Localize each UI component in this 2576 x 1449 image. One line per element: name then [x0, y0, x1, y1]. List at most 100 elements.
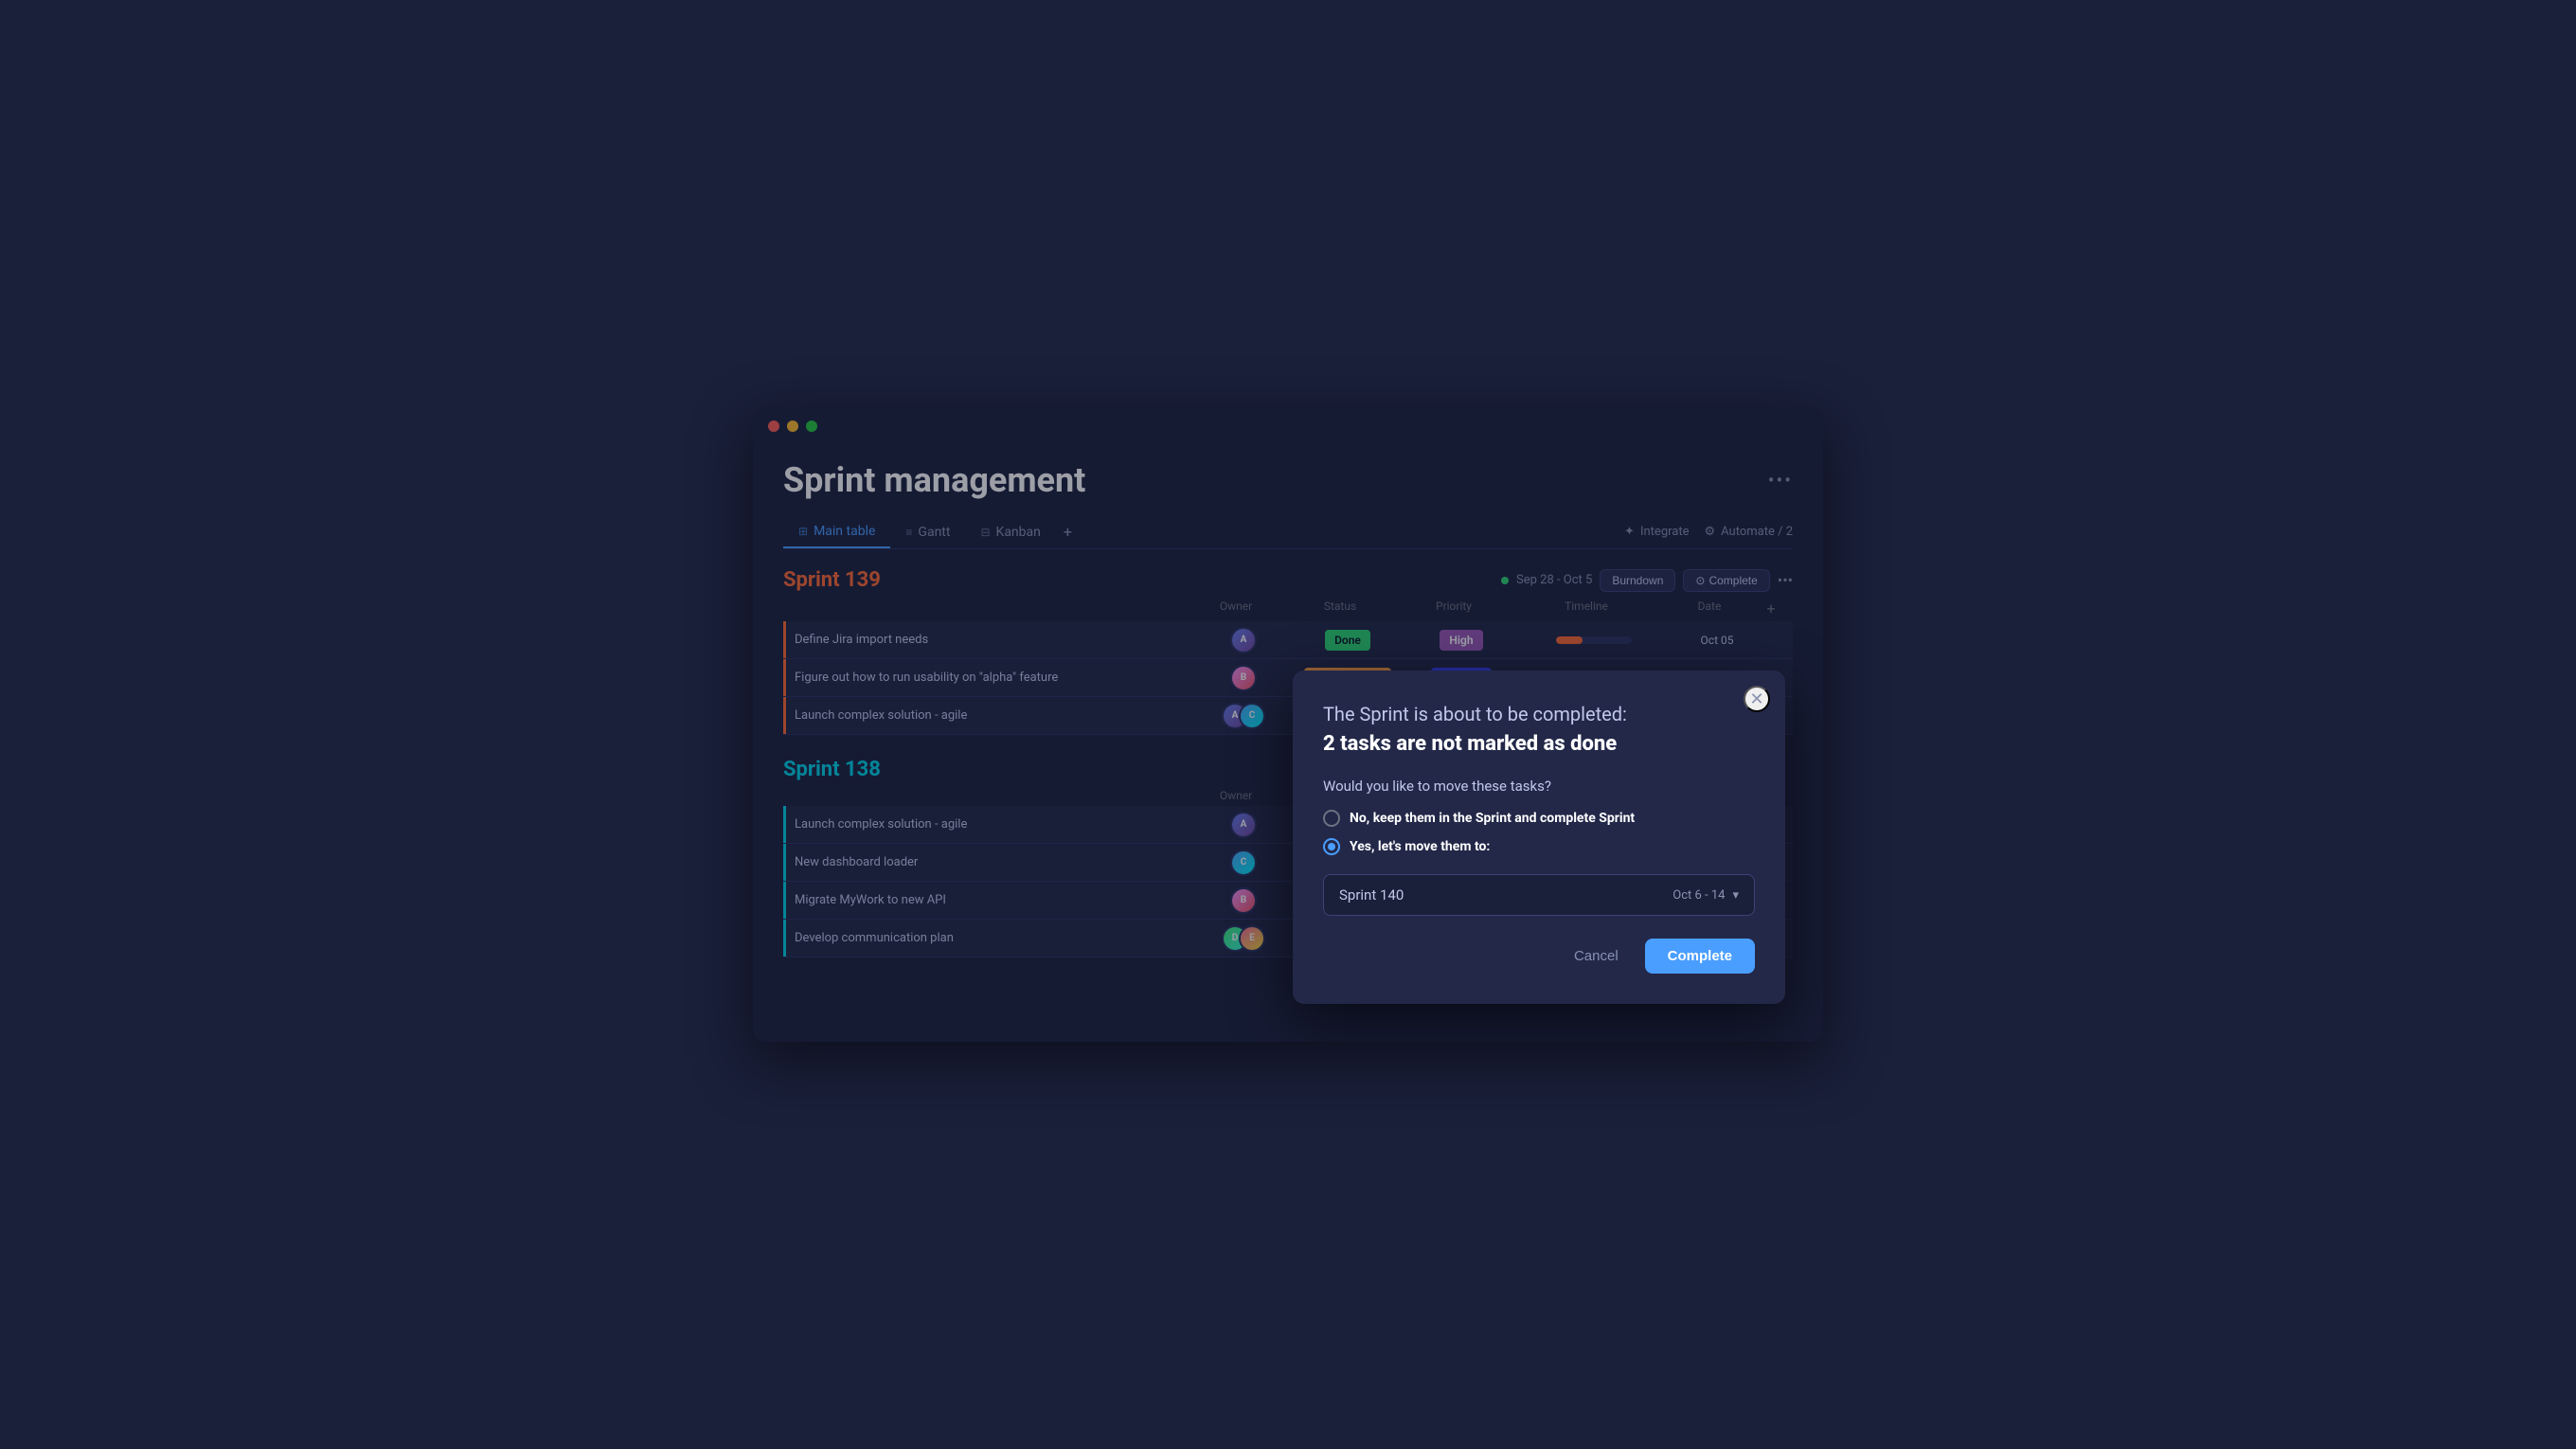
avatar-image: E [1241, 927, 1263, 950]
complete-button[interactable]: Complete [1645, 939, 1755, 974]
tab-gantt-label: Gantt [918, 525, 950, 540]
col-task [791, 789, 1189, 802]
minimize-traffic-light[interactable] [787, 420, 798, 432]
task-name: Figure out how to run usability on "alph… [783, 671, 1196, 685]
radio-option-keep[interactable]: No, keep them in the Sprint and complete… [1323, 810, 1755, 827]
status-badge[interactable]: Done [1325, 630, 1370, 651]
col-priority: Priority [1397, 599, 1511, 617]
complete-sprint-modal: ✕ The Sprint is about to be completed: 2… [1293, 671, 1785, 1004]
tab-kanban[interactable]: ⊟ Kanban [965, 517, 1055, 547]
avatar: C [1230, 850, 1257, 876]
kanban-icon: ⊟ [980, 526, 990, 539]
col-date: Date [1662, 599, 1757, 617]
owner-cell: A C [1196, 703, 1291, 729]
sprint-139-table-header: Owner Status Priority Timeline Date + [783, 599, 1793, 617]
close-traffic-light[interactable] [768, 420, 779, 432]
col-task [791, 599, 1189, 617]
tab-kanban-label: Kanban [996, 525, 1041, 540]
owner-cell: D E [1196, 925, 1291, 952]
sprint-dropdown-name: Sprint 140 [1339, 886, 1404, 903]
avatar-image: B [1232, 667, 1255, 689]
date-cell: Oct 05 [1670, 634, 1764, 647]
owner-cell: A [1196, 812, 1291, 838]
sprint-139-date: Sep 28 - Oct 5 [1516, 573, 1592, 587]
sprint-138-title: Sprint 138 [783, 758, 881, 781]
avatar: B [1230, 665, 1257, 691]
priority-badge[interactable]: High [1440, 630, 1482, 651]
sprint-status-dot [1501, 577, 1509, 584]
sprint-139-header: Sprint 139 Sep 28 - Oct 5 Burndown ⊙ Com… [783, 568, 1793, 592]
avatar: E [1239, 925, 1265, 952]
radio-circle-keep [1323, 810, 1340, 827]
avatar: A [1230, 812, 1257, 838]
task-name: New dashboard loader [783, 855, 1196, 869]
col-timeline: Timeline [1511, 599, 1662, 617]
complete-sprint-139-button[interactable]: ⊙ Complete [1683, 569, 1769, 592]
status-cell[interactable]: Done [1291, 630, 1404, 651]
sprint-139-more-button[interactable]: ••• [1778, 571, 1793, 589]
maximize-traffic-light[interactable] [806, 420, 817, 432]
radio-group: No, keep them in the Sprint and complete… [1323, 810, 1755, 855]
tab-main-table-label: Main table [814, 524, 875, 539]
cancel-button[interactable]: Cancel [1559, 939, 1634, 974]
add-column-button[interactable]: + [1757, 599, 1785, 617]
col-owner: Owner [1189, 789, 1283, 802]
sprint-dropdown-date-text: Oct 6 - 14 [1673, 888, 1725, 903]
complete-sprint-139-label: Complete [1708, 574, 1757, 587]
titlebar [753, 407, 1823, 445]
radio-circle-move [1323, 838, 1340, 855]
integrate-label: Integrate [1640, 525, 1690, 539]
double-avatar: D E [1222, 925, 1265, 952]
chevron-down-icon: ▾ [1732, 888, 1739, 903]
owner-cell: C [1196, 850, 1291, 876]
task-name: Migrate MyWork to new API [783, 893, 1196, 907]
add-tab-button[interactable]: + [1056, 515, 1080, 548]
modal-close-button[interactable]: ✕ [1744, 686, 1770, 712]
avatar: B [1230, 887, 1257, 914]
tab-gantt[interactable]: ≡ Gantt [890, 517, 965, 547]
burndown-button[interactable]: Burndown [1600, 569, 1675, 592]
task-name: Define Jira import needs [783, 633, 1196, 647]
avatar-image: C [1232, 851, 1255, 874]
col-owner: Owner [1189, 599, 1283, 617]
table-row: Define Jira import needs A Done High [783, 621, 1793, 659]
owner-cell: B [1196, 887, 1291, 914]
owner-cell: A [1196, 627, 1291, 653]
automate-icon: ⚙ [1704, 525, 1715, 539]
tab-bar: ⊞ Main table ≡ Gantt ⊟ Kanban + ✦ Integr… [783, 515, 1793, 549]
page-header: Sprint management ••• [783, 460, 1793, 500]
automate-button[interactable]: ⚙ Automate / 2 [1704, 525, 1793, 539]
avatar-image: C [1241, 705, 1263, 727]
gantt-icon: ≡ [905, 526, 912, 539]
sprint-destination-dropdown[interactable]: Sprint 140 Oct 6 - 14 ▾ [1323, 874, 1755, 916]
complete-icon: ⊙ [1695, 574, 1705, 587]
priority-cell[interactable]: High [1404, 630, 1518, 651]
page-title: Sprint management [783, 460, 1085, 500]
radio-label-move: Yes, let's move them to: [1350, 839, 1490, 854]
modal-footer: Cancel Complete [1323, 939, 1755, 974]
sprint-139-title: Sprint 139 [783, 568, 881, 592]
sprint-dropdown-date: Oct 6 - 14 ▾ [1673, 888, 1739, 903]
col-status: Status [1283, 599, 1397, 617]
double-avatar: A C [1222, 703, 1265, 729]
timeline-fill [1556, 636, 1583, 644]
modal-title-line1: The Sprint is about to be completed: [1323, 701, 1755, 727]
table-icon: ⊞ [798, 525, 808, 538]
sprint-139-meta: Sep 28 - Oct 5 Burndown ⊙ Complete ••• [1501, 569, 1793, 592]
radio-option-move[interactable]: Yes, let's move them to: [1323, 838, 1755, 855]
timeline-cell [1518, 636, 1670, 644]
avatar: C [1239, 703, 1265, 729]
desktop: Sprint management ••• ⊞ Main table ≡ Gan… [644, 363, 1932, 1087]
tab-actions: ✦ Integrate ⚙ Automate / 2 [1624, 525, 1793, 539]
more-options-button[interactable]: ••• [1768, 469, 1793, 492]
integrate-icon: ✦ [1624, 525, 1635, 539]
app-window: Sprint management ••• ⊞ Main table ≡ Gan… [753, 407, 1823, 1042]
task-name: Launch complex solution - agile [783, 708, 1196, 723]
avatar-image: A [1232, 629, 1255, 652]
avatar-image: B [1232, 889, 1255, 912]
integrate-button[interactable]: ✦ Integrate [1624, 525, 1689, 539]
modal-title-line2: 2 tasks are not marked as done [1323, 731, 1755, 759]
tab-main-table[interactable]: ⊞ Main table [783, 516, 890, 548]
owner-cell: B [1196, 665, 1291, 691]
avatar-image: A [1232, 814, 1255, 836]
